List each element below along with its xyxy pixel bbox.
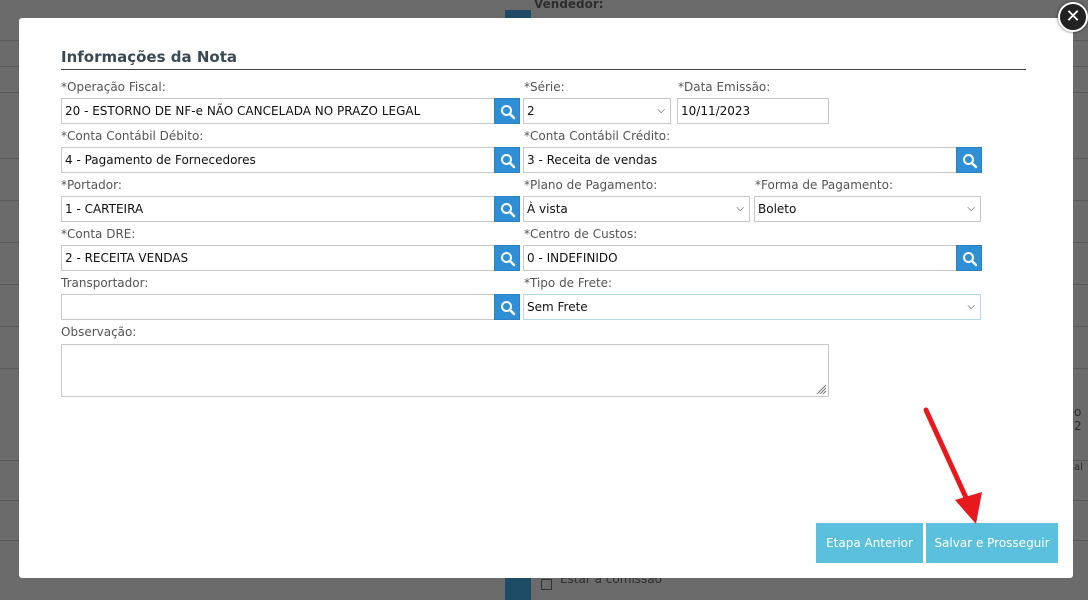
conta-credito-label: *Conta Contábil Crédito:: [524, 129, 671, 143]
background-vendedor-label: Vendedor:: [534, 0, 604, 11]
tipo-frete-select[interactable]: Sem Frete ⌵: [523, 294, 981, 320]
search-icon: [501, 203, 516, 218]
chevron-down-icon: ⌵: [657, 105, 665, 116]
forma-pagamento-label: *Forma de Pagamento:: [755, 178, 893, 192]
section-divider: [61, 69, 1026, 70]
background-search-button: [505, 578, 531, 600]
conta-debito-label: *Conta Contábil Débito:: [61, 129, 204, 143]
save-and-continue-button[interactable]: Salvar e Prosseguir: [926, 523, 1058, 563]
modal-dialog: Informações da Nota *Operação Fiscal: 20…: [19, 18, 1073, 578]
operacao-fiscal-input[interactable]: 20 - ESTORNO DE NF-e NÃO CANCELADA NO PR…: [61, 98, 495, 124]
close-icon: ✕: [1065, 6, 1081, 27]
data-emissao-label: *Data Emissão:: [678, 80, 771, 94]
background-checkbox: [541, 579, 552, 590]
search-icon: [501, 301, 516, 316]
conta-dre-search-button[interactable]: [494, 245, 520, 271]
tipo-frete-label: *Tipo de Frete:: [524, 276, 613, 290]
transportador-label: Transportador:: [61, 276, 149, 290]
previous-step-button[interactable]: Etapa Anterior: [816, 523, 923, 563]
background-fragment: al: [1074, 462, 1083, 473]
search-icon: [501, 105, 516, 120]
forma-pagamento-select[interactable]: Boleto ⌵: [754, 196, 981, 222]
centro-custos-label: *Centro de Custos:: [524, 227, 638, 241]
plano-pagamento-value: À vista: [527, 202, 568, 216]
background-fragment: o 2: [1074, 405, 1082, 433]
chevron-down-icon: ⌵: [736, 203, 744, 214]
forma-pagamento-value: Boleto: [758, 202, 797, 216]
portador-label: *Portador:: [61, 178, 122, 192]
conta-debito-search-button[interactable]: [494, 147, 520, 173]
data-emissao-input[interactable]: 10/11/2023: [677, 98, 829, 124]
centro-custos-input[interactable]: 0 - INDEFINIDO: [523, 245, 957, 271]
centro-custos-search-button[interactable]: [956, 245, 982, 271]
serie-value: 2: [527, 104, 535, 118]
conta-credito-search-button[interactable]: [956, 147, 982, 173]
conta-dre-input[interactable]: 2 - RECEITA VENDAS: [61, 245, 495, 271]
plano-pagamento-label: *Plano de Pagamento:: [524, 178, 658, 192]
background-button: [505, 10, 531, 18]
serie-select[interactable]: 2 ⌵: [523, 98, 671, 124]
transportador-input[interactable]: [61, 294, 495, 320]
portador-input[interactable]: 1 - CARTEIRA: [61, 196, 495, 222]
search-icon: [963, 154, 978, 169]
conta-credito-input[interactable]: 3 - Receita de vendas: [523, 147, 957, 173]
close-button[interactable]: ✕: [1058, 2, 1088, 32]
operacao-fiscal-label: *Operação Fiscal:: [61, 80, 166, 94]
tipo-frete-value: Sem Frete: [527, 300, 588, 314]
section-title: Informações da Nota: [61, 48, 237, 66]
observacao-label: Observação:: [61, 325, 137, 339]
portador-search-button[interactable]: [494, 196, 520, 222]
resize-handle-icon[interactable]: [815, 383, 827, 395]
transportador-search-button[interactable]: [494, 294, 520, 320]
conta-dre-label: *Conta DRE:: [61, 227, 136, 241]
chevron-down-icon: ⌵: [967, 203, 975, 214]
search-icon: [963, 252, 978, 267]
conta-debito-input[interactable]: 4 - Pagamento de Fornecedores: [61, 147, 495, 173]
search-icon: [501, 252, 516, 267]
operacao-fiscal-search-button[interactable]: [494, 98, 520, 124]
observacao-textarea[interactable]: [61, 344, 829, 397]
search-icon: [501, 154, 516, 169]
plano-pagamento-select[interactable]: À vista ⌵: [523, 196, 750, 222]
serie-label: *Série:: [524, 80, 565, 94]
chevron-down-icon: ⌵: [967, 301, 975, 312]
